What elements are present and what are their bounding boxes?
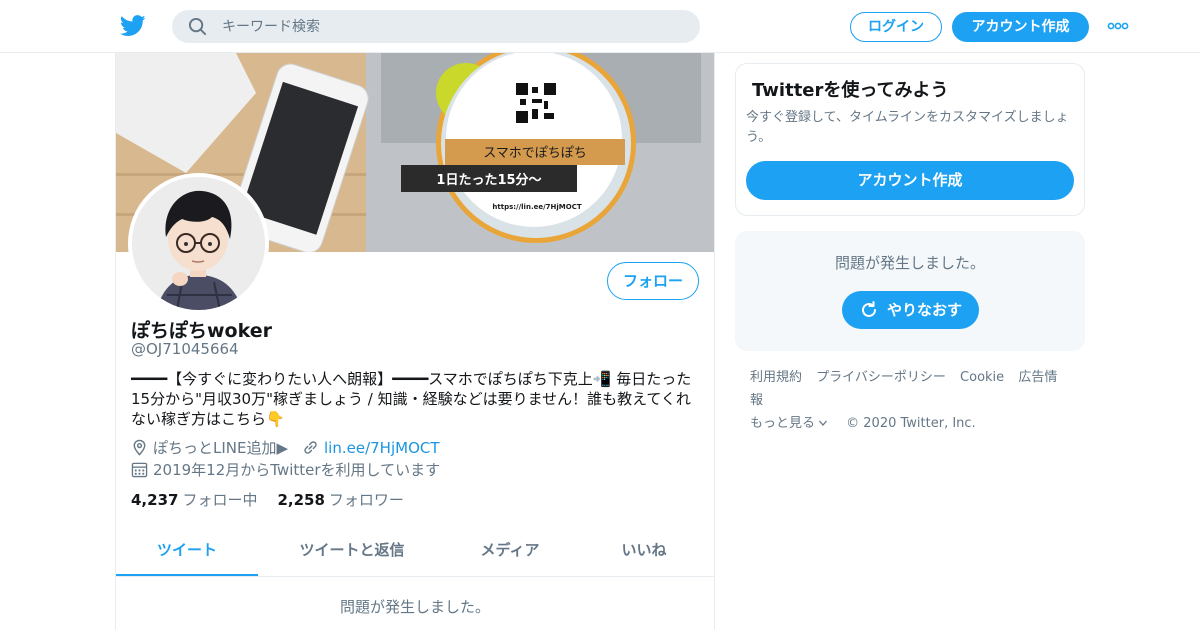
banner-subtitle: 1日たった15分〜 <box>436 172 541 188</box>
chevron-down-icon[interactable] <box>818 419 828 427</box>
top-header: ログイン アカウント作成 <box>0 0 1200 53</box>
profile-meta-joined: 2019年12月からTwitterを利用しています <box>131 459 440 480</box>
sidebar-error-message: 問題が発生しました。 <box>834 254 985 272</box>
login-button[interactable]: ログイン <box>850 12 942 42</box>
profile-meta-location-url: ぽちっとLINE追加▶ lin.ee/7HjMOCT <box>131 437 440 458</box>
profile-joined-date: 2019年12月からTwitterを利用しています <box>153 461 441 479</box>
signup-button[interactable]: アカウント作成 <box>952 12 1089 42</box>
follow-button[interactable]: フォロー <box>607 262 699 300</box>
signup-prompt-button[interactable]: アカウント作成 <box>746 161 1074 200</box>
tab-likes[interactable]: いいね <box>574 529 714 576</box>
search-box[interactable] <box>172 10 700 43</box>
avatar[interactable] <box>128 173 269 314</box>
retry-label: やりなおす <box>887 301 963 319</box>
display-name[interactable]: ぽちぽちwoker <box>131 316 272 343</box>
following-stat[interactable]: 4,237 フォロー中 <box>131 489 257 510</box>
signup-prompt-title: Twitterを使ってみよう <box>752 80 949 101</box>
profile-tabs: ツイート ツイートと返信 メディア いいね <box>116 529 714 577</box>
footer-more-link[interactable]: もっと見る <box>750 416 815 431</box>
profile-location: ぽちっとLINE追加▶ <box>153 439 289 457</box>
banner-url: https://lin.ee/7HjMOCT <box>492 203 581 211</box>
retry-button[interactable]: やりなおす <box>842 291 979 329</box>
footer-privacy-link[interactable]: プライバシーポリシー <box>816 370 946 385</box>
tab-tweets-and-replies[interactable]: ツイートと返信 <box>258 529 446 576</box>
user-handle: @OJ71045664 <box>131 340 239 358</box>
more-dots-icon[interactable] <box>1107 20 1129 32</box>
following-count: 4,237 <box>131 491 179 509</box>
timeline-error-message: 問題が発生しました。 <box>339 598 490 616</box>
tab-tweets[interactable]: ツイート <box>116 529 258 576</box>
search-input[interactable] <box>222 10 682 43</box>
profile-stats: 4,237 フォロー中 2,258 フォロワー <box>131 489 404 510</box>
followers-label: フォロワー <box>328 491 404 509</box>
link-icon <box>304 441 317 454</box>
signup-prompt-text: 今すぐ登録して、タイムラインをカスタマイズしましょう。 <box>746 110 1069 145</box>
search-icon <box>188 17 207 36</box>
sidebar-footer: 利用規約 プライバシーポリシー Cookie 広告情報 もっと見る © 2020… <box>750 366 1080 435</box>
profile-column: スマホでぽちぽち 1日たった15分〜 https://lin.ee/7HjMOC… <box>115 53 715 630</box>
footer-cookie-link[interactable]: Cookie <box>960 370 1004 385</box>
location-pin-icon <box>133 439 146 456</box>
signup-prompt-card: Twitterを使ってみよう 今すぐ登録して、タイムラインをカスタマイズしましょ… <box>735 63 1085 216</box>
followers-stat[interactable]: 2,258 フォロワー <box>277 489 403 510</box>
banner-title: スマホでぽちぽち <box>483 146 587 161</box>
sidebar-error-card: 問題が発生しました。 やりなおす <box>735 231 1085 351</box>
calendar-icon <box>131 462 148 478</box>
refresh-icon <box>862 301 876 317</box>
followers-count: 2,258 <box>277 491 325 509</box>
profile-url-link[interactable]: lin.ee/7HjMOCT <box>324 439 440 457</box>
following-label: フォロー中 <box>182 491 258 509</box>
footer-copyright: © 2020 Twitter, Inc. <box>846 416 976 431</box>
footer-terms-link[interactable]: 利用規約 <box>750 370 802 385</box>
tab-media[interactable]: メディア <box>446 529 574 576</box>
avatar-illustration <box>132 177 265 310</box>
profile-bio: ━━━━【今すぐに変わりたい人へ朗報】━━━━スマホでぽちぽち下克上📲 毎日たっ… <box>131 370 692 428</box>
twitter-bird-icon[interactable] <box>120 14 146 38</box>
